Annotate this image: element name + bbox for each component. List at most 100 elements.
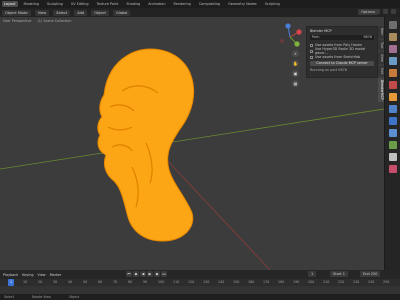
timeline-track[interactable] (0, 286, 400, 294)
material-icon[interactable] (388, 165, 397, 173)
navigation-gizmo[interactable] (275, 22, 305, 52)
tab-shading[interactable]: Shading (124, 1, 142, 7)
physics-icon[interactable] (388, 129, 397, 137)
material-preview-icon[interactable] (391, 9, 396, 14)
tab-rendering[interactable]: Rendering (171, 1, 192, 7)
ruler-tick-label: 230 (353, 280, 360, 284)
ruler-tick-label: 140 (218, 280, 225, 284)
end-value: 250 (370, 272, 378, 276)
output-icon[interactable] (388, 45, 397, 53)
object-menu[interactable]: Object (91, 9, 109, 16)
port-label: Port: (312, 35, 320, 39)
grid-icon[interactable]: ▦ (292, 80, 299, 87)
viewport-overlay-text: User Perspective (1) Scene Collection (0, 17, 120, 24)
zoom-icon[interactable]: ⌕ (292, 50, 299, 57)
end-frame-field[interactable]: End 250 (360, 271, 381, 277)
prev-key-icon[interactable]: ◆ (133, 271, 139, 277)
solid-shading-icon[interactable] (383, 9, 388, 14)
orientation-dropdown[interactable]: Global (112, 9, 131, 16)
sketchfab-label: Use assets from Sketchfab (315, 55, 361, 59)
timeline-header: Playback Keying View Marker ⏮ ◆ ◀ ▶ ◆ ⏭ … (0, 270, 400, 279)
checkbox-icon (310, 55, 313, 59)
view-menu[interactable]: View (34, 9, 50, 16)
tab-compositing[interactable]: Compositing (197, 1, 222, 7)
properties-strip (384, 17, 400, 270)
viewport-nav-icons: ⌕ ✋ ▣ ▦ (292, 50, 299, 87)
start-label: Start (333, 272, 342, 276)
hyper3d-label: Use Hyper3D Rodin 3D model gener... (314, 47, 366, 55)
mode-dropdown[interactable]: Object Mode (2, 9, 31, 16)
viewport-header: Object Mode View Select Add Object Globa… (0, 8, 400, 17)
tab-geometry-nodes[interactable]: Geometry Nodes (226, 1, 259, 7)
status-select: Select (4, 295, 14, 299)
playback-controls: ⏮ ◆ ◀ ▶ ◆ ⏭ (126, 271, 167, 277)
x-axis-handle (296, 29, 302, 35)
play-reverse-icon[interactable]: ◀ (140, 271, 146, 277)
start-value: 1 (342, 272, 345, 276)
tab-layout[interactable]: Layout (2, 1, 18, 7)
render-icon[interactable] (388, 33, 397, 41)
collection-name: (1) Scene Collection (37, 18, 72, 23)
timeline-ruler[interactable]: 1 10 20 30 40 50 60 70 80 90 100 110 120 130 140 150 16… (0, 279, 400, 286)
head-model[interactable] (88, 47, 200, 242)
camera-icon[interactable]: ▣ (292, 70, 299, 77)
ruler-tick-label: 170 (263, 280, 270, 284)
play-icon[interactable]: ▶ (147, 271, 153, 277)
view-layer-icon[interactable] (388, 57, 397, 65)
ruler-tick-label: 220 (338, 280, 345, 284)
current-frame-field[interactable]: 1 (308, 271, 317, 277)
ruler-tick-label: 200 (308, 280, 315, 284)
view-menu-timeline[interactable]: View (38, 273, 46, 277)
ruler-tick-label: 180 (278, 280, 285, 284)
ruler-tick-label: 50 (83, 280, 88, 284)
tab-modeling[interactable]: Modeling (22, 1, 41, 7)
server-status: Running on port 9876 (310, 68, 347, 72)
hyper3d-checkbox[interactable]: Use Hyper3D Rodin 3D model gener... (310, 47, 374, 55)
shading-icons (375, 9, 396, 14)
ruler-tick-label: 30 (53, 280, 58, 284)
marker-menu[interactable]: Marker (50, 273, 62, 277)
ruler-tick-label: 80 (128, 280, 133, 284)
ruler-tick-label: 70 (113, 280, 118, 284)
next-key-icon[interactable]: ◆ (154, 271, 160, 277)
ruler-tick-label: 120 (188, 280, 195, 284)
select-menu[interactable]: Select (53, 9, 71, 16)
jump-start-icon[interactable]: ⏮ (126, 271, 132, 277)
scene-icon[interactable] (388, 69, 397, 77)
status-bar: Select Rotate View Object (0, 294, 400, 300)
tab-uv-editing[interactable]: UV Editing (69, 1, 91, 7)
keying-menu[interactable]: Keying (22, 273, 33, 277)
playback-menu[interactable]: Playback (3, 273, 18, 277)
start-frame-field[interactable]: Start 1 (330, 271, 348, 277)
ruler-tick-label: 20 (38, 280, 43, 284)
status-rotate: Rotate View (31, 295, 51, 299)
checkbox-icon (310, 49, 313, 53)
ruler-tick-label: 160 (248, 280, 255, 284)
playhead[interactable]: 1 (8, 279, 15, 286)
ruler-tick-label: 110 (173, 280, 180, 284)
add-menu[interactable]: Add (74, 9, 88, 16)
object-icon[interactable] (388, 93, 397, 101)
y-axis-handle (294, 41, 300, 47)
checkbox-icon (310, 43, 313, 47)
pan-hand-icon[interactable]: ✋ (292, 60, 299, 67)
port-field[interactable]: Port: 9876 (310, 35, 374, 40)
constraints-icon[interactable] (388, 141, 397, 149)
panel-title: Blender MCP (310, 29, 332, 33)
ruler-tick-label: 60 (98, 280, 103, 284)
blender-window: Layout Modeling Sculpting UV Editing Tex… (0, 0, 400, 300)
tool-icon[interactable] (388, 21, 397, 29)
tab-texture-paint[interactable]: Texture Paint (95, 1, 121, 7)
connect-mcp-button[interactable]: Connect to Claude MCP server (310, 61, 374, 66)
wireframe-icon[interactable] (375, 9, 380, 14)
tab-sculpting[interactable]: Sculpting (45, 1, 65, 7)
ruler-tick-label: 190 (293, 280, 300, 284)
workspace-tabs: Layout Modeling Sculpting UV Editing Tex… (0, 0, 400, 8)
tab-scripting[interactable]: Scripting (263, 1, 282, 7)
world-icon[interactable] (388, 81, 397, 89)
data-icon[interactable] (388, 153, 397, 161)
particles-icon[interactable] (388, 117, 397, 125)
tab-animation[interactable]: Animation (146, 1, 167, 7)
modifier-icon[interactable] (388, 105, 397, 113)
jump-end-icon[interactable]: ⏭ (161, 271, 167, 277)
